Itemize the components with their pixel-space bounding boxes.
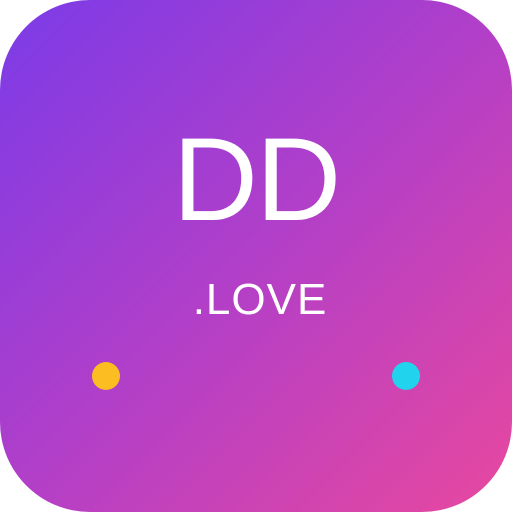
app-icon-title: DD — [172, 114, 341, 246]
yellow-dot-icon — [92, 362, 120, 390]
cyan-dot-icon — [392, 362, 420, 390]
app-icon-subtitle: .LOVE — [192, 275, 328, 324]
app-icon[interactable]: DD .LOVE — [0, 0, 512, 512]
